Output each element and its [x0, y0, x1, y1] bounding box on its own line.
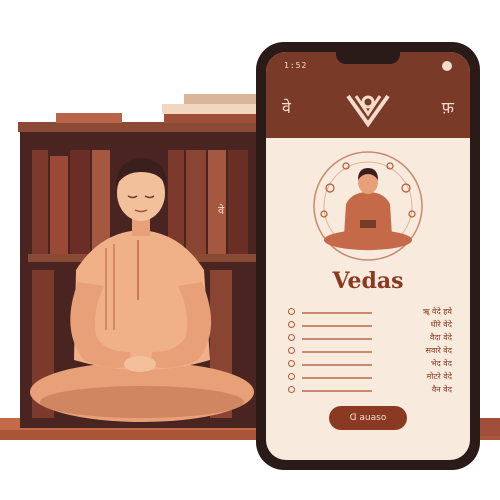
page-title: Vedas — [332, 268, 404, 294]
audio-button[interactable]: ᗡ auaso — [329, 406, 407, 430]
book-right — [478, 418, 500, 436]
verse-text: मोटरे वेदे — [426, 372, 452, 381]
verse-text: वैदा वेदे — [429, 333, 452, 342]
verse-text: भेद वेद — [430, 359, 452, 368]
book-7 — [208, 150, 226, 254]
book-spine-glyph: वे — [218, 204, 225, 217]
app-logo-icon — [346, 94, 390, 128]
verse-row[interactable]: ॠ वेदे हवे — [288, 306, 452, 319]
verse-row[interactable]: भेद वेद — [288, 358, 452, 371]
phone-screen: 1:52 वे फ़ Vedas ॠ वेदे हवे धीरे वेदे वै… — [266, 52, 470, 460]
figure-legs-shadow — [40, 386, 244, 418]
verse-divider — [302, 338, 372, 340]
book-3 — [70, 150, 90, 254]
verse-row[interactable]: सवारे वेद — [288, 345, 452, 358]
verse-row[interactable]: धीरे वेदे — [288, 319, 452, 332]
verse-list: ॠ वेदे हवे धीरे वेदे वैदा वेदे सवारे वेद भेद… — [288, 306, 452, 397]
book-top-1 — [56, 113, 122, 123]
verse-bullet-icon — [288, 308, 295, 315]
verse-divider — [302, 364, 372, 366]
verse-divider — [302, 390, 372, 392]
verse-bullet-icon — [288, 360, 295, 367]
book-2 — [50, 156, 68, 254]
verse-row[interactable]: मोटरे वेदे — [288, 371, 452, 384]
verse-bullet-icon — [288, 347, 295, 354]
verse-text: धीरे वेदे — [430, 320, 452, 329]
appbar-left-button[interactable]: वे — [282, 96, 291, 118]
status-indicator-icon — [442, 61, 452, 71]
book-top-3 — [184, 94, 258, 104]
verse-text: ॠ वेदे हवे — [422, 307, 452, 316]
verse-divider — [302, 377, 372, 379]
appbar-right-button[interactable]: फ़ — [442, 96, 454, 118]
status-time: 1:52 — [284, 61, 308, 70]
book-6 — [186, 150, 206, 254]
app-bar: वे फ़ — [266, 82, 470, 138]
meditation-hero-icon — [313, 151, 423, 261]
verse-row[interactable]: वैन वेद — [288, 384, 452, 397]
verse-divider — [302, 325, 372, 327]
book-8 — [228, 150, 248, 254]
verse-text: वैन वेद — [431, 385, 452, 394]
verse-bullet-icon — [288, 334, 295, 341]
bookshelf-top — [18, 122, 262, 132]
verse-text: सवारे वेद — [425, 346, 452, 355]
verse-bullet-icon — [288, 373, 295, 380]
illustration-scene: वे 1:52 वे फ़ Vedas ॠ वेदे हवे धीरे वेदे… — [0, 0, 500, 500]
book-1 — [32, 150, 48, 254]
phone-frame: 1:52 वे फ़ Vedas ॠ वेदे हवे धीरे वेदे वै… — [256, 42, 480, 470]
phone-notch — [336, 52, 400, 64]
book-top-4 — [164, 114, 258, 123]
book-4 — [92, 150, 110, 254]
verse-bullet-icon — [288, 321, 295, 328]
figure-hands — [124, 356, 156, 372]
verse-bullet-icon — [288, 386, 295, 393]
verse-divider — [302, 351, 372, 353]
book-top-2 — [162, 104, 258, 114]
verse-divider — [302, 312, 372, 314]
verse-row[interactable]: वैदा वेदे — [288, 332, 452, 345]
